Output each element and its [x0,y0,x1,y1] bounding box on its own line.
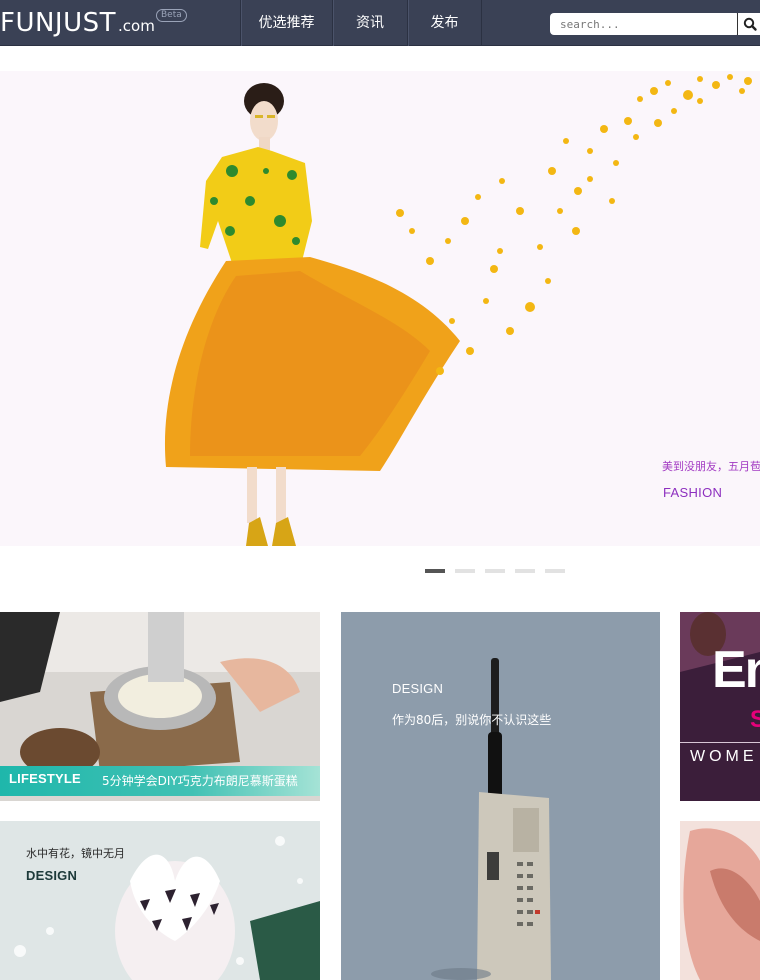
card-category-tag: LIFESTYLE [9,771,81,786]
nav-item-news[interactable]: 资讯 [332,0,407,46]
carousel-pagination [425,569,565,573]
search-button[interactable] [737,13,760,35]
article-card-lifestyle[interactable]: LIFESTYLE 5分钟学会DIY巧克力布朗尼慕斯蛋糕 [0,612,320,801]
nav-item-recommended[interactable]: 优选推荐 [240,0,332,46]
banner-category-tag[interactable]: FASHION [663,485,722,500]
carousel-dot-3[interactable] [485,569,505,573]
logo-suffix: .com [118,17,155,35]
banner-image [0,71,760,546]
article-card-entertainment[interactable]: Ent S WOME [680,612,760,801]
article-card-design-phone[interactable]: DESIGN 作为80后，别说你不认识这些 [341,612,660,980]
card-big-title: Ent [712,641,760,699]
nav-item-publish[interactable]: 发布 [407,0,482,46]
card-subtitle: WOME [690,748,758,765]
card-mid-title: S [750,706,760,733]
search-icon [743,17,757,31]
carousel-dot-5[interactable] [545,569,565,573]
card-title: 水中有花，镜中无月 [26,847,125,860]
banner-caption: 美到没朋友，五月苞 [662,460,760,473]
carousel-dot-4[interactable] [515,569,535,573]
article-card-partial[interactable] [680,821,760,980]
carousel-dot-1[interactable] [425,569,445,573]
card-image-hands [680,821,760,980]
card-category-tag: DESIGN [392,681,444,696]
logo-text: FUNJUST [0,8,117,38]
site-logo[interactable]: FUNJUST .com [0,6,155,40]
carousel-dot-2[interactable] [455,569,475,573]
top-navigation-bar: FUNJUST .com Beta 优选推荐 资讯 发布 [0,0,760,46]
card-title: 作为80后，别说你不认识这些 [392,713,552,727]
search-input[interactable] [550,13,740,35]
article-card-design-flower[interactable]: 水中有花，镜中无月 DESIGN [0,821,320,980]
card-image-retro-phone [341,612,660,980]
beta-badge: Beta [156,9,187,22]
card-title: 5分钟学会DIY巧克力布朗尼慕斯蛋糕 [102,774,298,788]
search-box [550,13,740,35]
main-nav: 优选推荐 资讯 发布 [240,0,482,46]
hero-banner[interactable]: 美到没朋友，五月苞 FASHION [0,71,760,546]
card-category-tag: DESIGN [26,868,78,883]
